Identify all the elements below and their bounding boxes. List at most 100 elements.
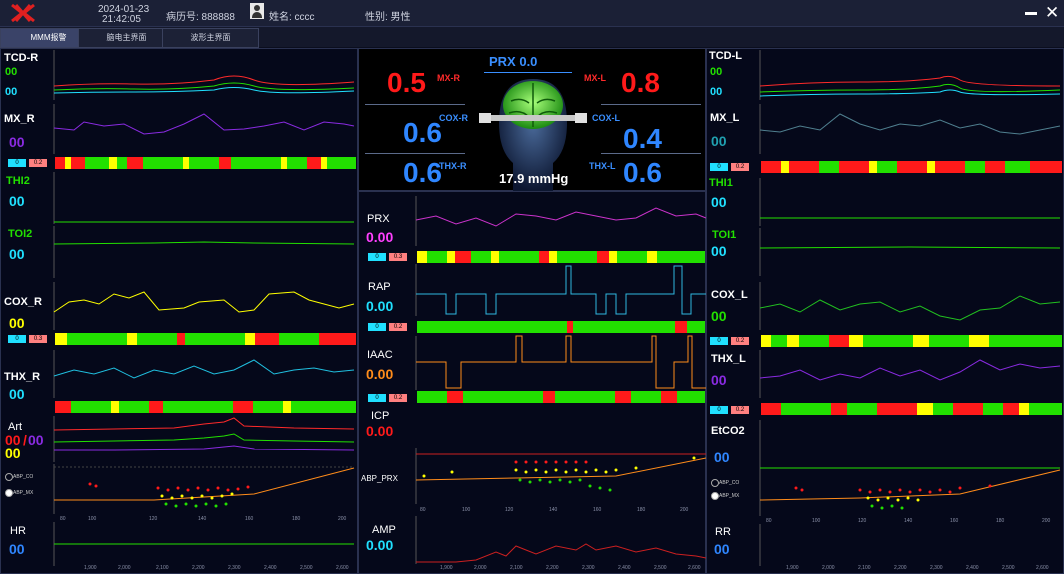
mx-r-value: 00 [9,134,25,150]
etco2-value: 00 [714,449,730,465]
rap-index-bar [417,321,705,333]
cox-l-big-value: 0.4 [623,123,662,154]
prx-threshold-high[interactable]: 0.3 [389,253,407,261]
mx-l-threshold-high[interactable]: 0.2 [731,163,749,171]
tcd-r-waveform [53,50,355,100]
divider-l1 [365,104,465,105]
tab-waveform-main[interactable]: 波形主界面 [162,28,259,48]
prx-title: PRX 0.0 [489,54,538,69]
abp-prx-scatter [415,448,707,504]
thi2-waveform [53,172,354,224]
cox-r-threshold-high[interactable]: 0.3 [29,335,47,343]
thi2-label: THI2 [6,175,30,187]
tcd-l-value-1: 00 [710,66,723,78]
time-text: 21:42:05 [102,14,141,25]
mx-r-threshold-low[interactable]: 0 [8,159,26,167]
time-tick-center-3: 2,200 [546,565,559,571]
tab-eeg-main[interactable]: 脑电主界面 [78,28,175,48]
thx-r-value: 00 [9,386,25,402]
thx-l-big-value: 0.6 [623,157,662,188]
divider-r1 [601,104,701,105]
time-tick-left-1: 2,000 [118,565,131,571]
cox-l-threshold-low[interactable]: 0 [710,337,728,345]
prx-threshold-low[interactable]: 0 [368,253,386,261]
scatter-center-xtick-100: 100 [462,507,471,513]
cox-l-waveform [759,282,1061,330]
rap-label: RAP [368,281,391,293]
mx-l-threshold-low[interactable]: 0 [710,163,728,171]
scatter-center-xtick-200: 200 [680,507,689,513]
mx-r-big-label: MX-R [437,73,460,83]
etco2-waveform [759,420,761,466]
thi2-value: 00 [9,193,25,209]
thx-r-label: THX_R [4,371,41,383]
radio-abp-mx-left[interactable] [5,489,13,497]
toi1-value: 00 [711,243,727,259]
time-tick-center-7: 2,600 [688,565,701,571]
time-tick-right-7: 2,600 [1036,565,1049,571]
thx-r-index-bar [55,401,356,413]
rr-value: 00 [714,541,730,557]
rap-threshold-high[interactable]: 0.2 [389,323,407,331]
divider-l2 [365,153,465,154]
toi2-value: 00 [9,246,25,262]
mx-r-label: MX_R [4,113,35,125]
hr-waveform [53,522,354,566]
mx-l-waveform [759,104,1061,154]
close-icon[interactable]: ✕ [1045,4,1059,21]
time-tick-left-4: 2,300 [228,565,241,571]
art-value-sep: / [23,432,27,448]
toi1-label: TOI1 [712,229,737,241]
time-tick-left-0: 1,900 [84,565,97,571]
time-tick-right-2: 2,100 [858,565,871,571]
cox-r-waveform [53,282,355,330]
time-tick-left-5: 2,400 [264,565,277,571]
time-tick-right-1: 2,000 [822,565,835,571]
radio-abp-co-left[interactable] [5,473,13,481]
time-tick-center-4: 2,300 [582,565,595,571]
amp-waveform [415,516,707,564]
rr-label: RR [715,526,731,538]
iaac-threshold-low[interactable]: 0 [368,394,386,402]
tcd-l-waveform [759,50,1061,100]
thx-l-value: 00 [711,372,727,388]
abp-prx-label: ABP_PRX [361,474,398,483]
thi1-waveform [759,178,1060,226]
cox-l-value: 00 [711,308,727,324]
thx-r-waveform [53,350,355,398]
mx-r-waveform [53,104,355,154]
cox-r-threshold-low[interactable]: 0 [8,335,26,343]
time-tick-left-6: 2,500 [300,565,313,571]
scatter-center-xtick-180: 180 [637,507,646,513]
rap-threshold-low[interactable]: 0 [368,323,386,331]
cox-r-index-bar [55,333,356,345]
etco2-label: EtCO2 [711,425,745,437]
time-tick-center-0: 1,900 [440,565,453,571]
time-tick-left-2: 2,100 [156,565,169,571]
mx-l-value: 00 [711,133,727,149]
thx-l-threshold-high[interactable]: 0.2 [731,406,749,414]
prx-value: 0.00 [366,229,394,245]
thx-r-big-value: 0.6 [403,157,442,188]
thx-l-threshold-low[interactable]: 0 [710,406,728,414]
thx-l-index-bar [761,403,1062,415]
cox-l-index-bar [761,335,1062,347]
cox-l-threshold-high[interactable]: 0.2 [731,337,749,345]
record-number: 病历号: 888888 [166,12,235,23]
abp-scatter-right [759,466,1061,516]
radio-abp-co-right[interactable] [711,479,719,487]
thx-l-label: THX_L [711,353,746,365]
amp-value: 0.00 [366,537,394,553]
radio-abp-mx-right[interactable] [711,492,719,500]
icp-value: 0.00 [366,423,394,439]
prx-label: PRX [367,213,390,225]
radio-abp-mx-left-label: ABP_MX [13,490,34,496]
mx-l-big-label: MX-L [584,73,606,83]
iaac-threshold-high[interactable]: 0.2 [389,394,407,402]
mx-r-threshold-high[interactable]: 0.2 [29,159,47,167]
mx-l-big-value: 0.8 [621,67,660,98]
art-value-dia: 00 [28,432,44,448]
iaac-waveform [415,335,706,390]
minimize-icon[interactable] [1025,12,1037,15]
cox-r-big-label: COX-R [439,113,468,123]
